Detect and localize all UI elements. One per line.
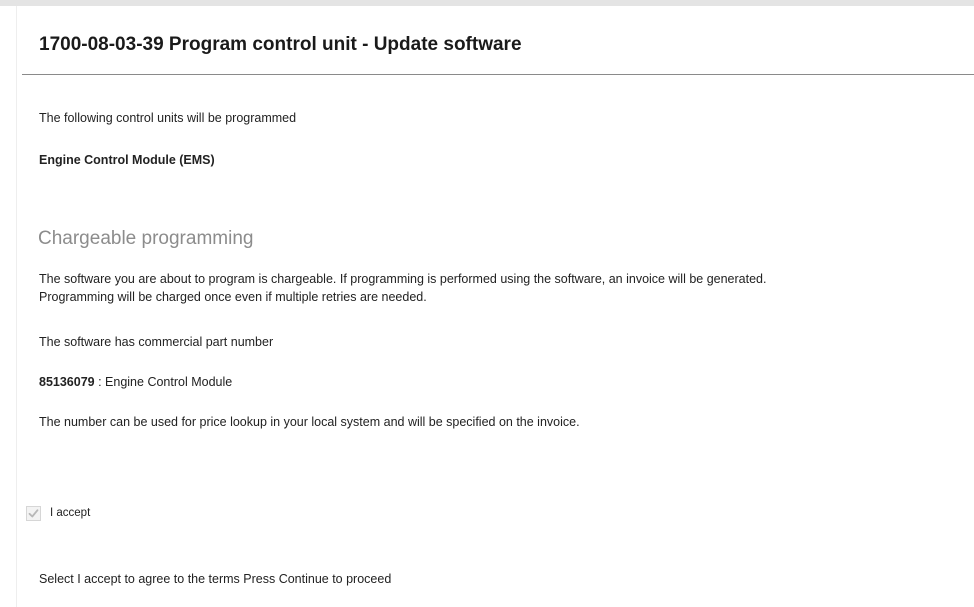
part-number-intro-text: The software has commercial part number — [39, 335, 274, 349]
checkmark-icon — [28, 508, 39, 517]
price-lookup-note: The number can be used for price lookup … — [39, 415, 580, 429]
accept-terms-label[interactable]: I accept — [50, 507, 90, 519]
chargeable-notice-line-2: Programming will be charged once even if… — [39, 290, 427, 304]
control-unit-name: Engine Control Module (EMS) — [39, 153, 215, 167]
part-number-description: : Engine Control Module — [94, 375, 233, 389]
part-number-value: 85136079 — [39, 375, 95, 389]
software-update-page: 1700-08-03-39 Program control unit - Upd… — [0, 0, 974, 607]
accept-terms-checkbox[interactable] — [26, 505, 41, 521]
chargeable-notice-paragraph: The software you are about to program is… — [39, 270, 964, 306]
page-title: 1700-08-03-39 Program control unit - Upd… — [39, 34, 522, 55]
chargeable-notice-line-1: The software you are about to program is… — [39, 272, 767, 286]
page-header: 1700-08-03-39 Program control unit - Upd… — [22, 6, 974, 75]
control-units-intro-text: The following control units will be prog… — [39, 111, 297, 125]
chargeable-programming-heading: Chargeable programming — [38, 228, 254, 249]
accept-terms-checkbox-row[interactable]: I accept — [26, 504, 90, 522]
left-edge-strip — [0, 6, 17, 607]
part-number-line: 85136079 : Engine Control Module — [39, 375, 232, 389]
continue-instruction-text: Select I accept to agree to the terms Pr… — [39, 572, 392, 586]
